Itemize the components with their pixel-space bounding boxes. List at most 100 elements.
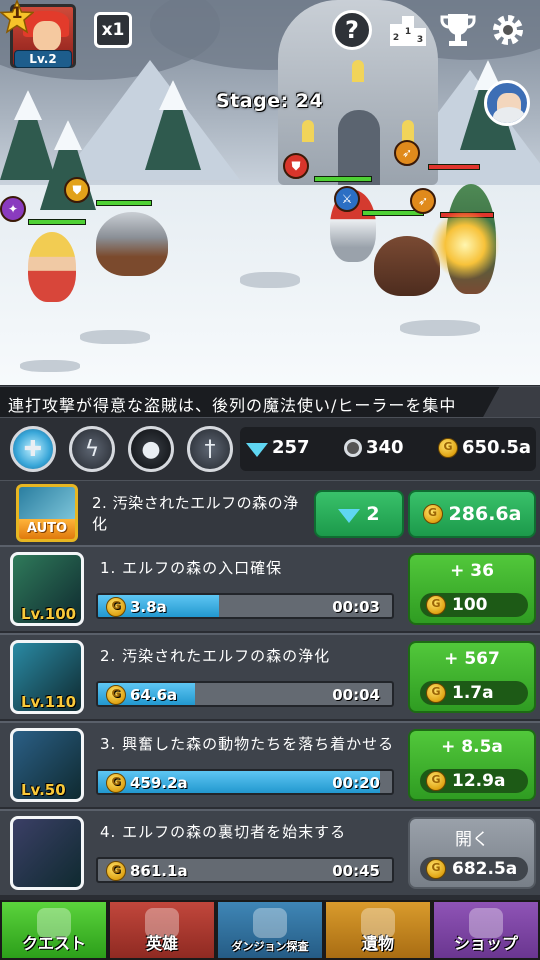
coin-icon <box>438 437 458 458</box>
ticker-tab <box>482 387 540 417</box>
gem-icon <box>246 442 268 457</box>
nav-hero-tab[interactable]: 英雄 <box>108 900 216 960</box>
gem-counter: 257 <box>246 437 310 458</box>
coin-icon <box>426 859 446 879</box>
warrior-hp-bar <box>96 200 152 206</box>
coin-icon <box>426 771 446 791</box>
upgrade-gain: + 8.5a <box>441 737 503 757</box>
staff-buff-icon: ✦ <box>0 196 26 222</box>
advisor-avatar[interactable] <box>484 80 530 126</box>
auto-quest-thumbnail[interactable]: AUTO <box>16 484 78 542</box>
gold-amount: 650.5a <box>462 437 532 458</box>
player-rank: 1 <box>11 3 23 22</box>
quest-thumbnail[interactable]: Lv.50 <box>10 728 84 802</box>
skill-holy-cross-icon[interactable]: ✚ <box>10 426 56 472</box>
coin-icon <box>426 595 446 615</box>
auto-gem-button[interactable]: 2 <box>314 490 404 538</box>
money-bag-icon <box>37 908 71 938</box>
quest-reward: 861.1a <box>130 862 188 880</box>
nav-shop-tab[interactable]: ショップ <box>432 900 540 960</box>
sword-buff-icon: ⚔ <box>334 186 360 212</box>
svg-text:1: 1 <box>405 27 411 37</box>
stopwatch-amount: 340 <box>366 437 404 458</box>
enemy-hp-bar <box>428 164 480 170</box>
relic-icon <box>361 908 395 938</box>
shield-buff-icon: ⛊ <box>283 153 309 179</box>
quest-thumbnail[interactable]: Lv.110 <box>10 640 84 714</box>
auto-gold-button[interactable]: 286.6a <box>408 490 536 538</box>
stopwatch-counter: 340 <box>344 437 404 458</box>
currency-panel: 257 340 650.5a <box>240 427 536 471</box>
quest-upgrade-button[interactable]: + 567 1.7a <box>408 641 536 713</box>
quest-timer: 00:03 <box>332 598 380 616</box>
trophy-icon[interactable] <box>438 10 478 50</box>
quest-thumbnail[interactable] <box>10 816 84 890</box>
help-button[interactable]: ? <box>332 10 372 50</box>
quest-thumbnail[interactable]: Lv.100 <box>10 552 84 626</box>
torch-icon <box>253 908 287 938</box>
quest-reward: 64.6a <box>130 686 178 704</box>
svg-text:3: 3 <box>417 35 423 45</box>
hit-flash-effect <box>430 210 500 280</box>
quest-row: 4. エルフの森の裏切者を始末する 861.1a 00:45 開く 682.5a <box>0 809 540 895</box>
quest-upgrade-button[interactable]: + 36 100 <box>408 553 536 625</box>
nav-dungeon-label: ダンジョン探査 <box>231 940 309 953</box>
skill-sword-icon[interactable]: † <box>187 426 233 472</box>
elf-healer-hero[interactable] <box>28 232 76 302</box>
bottom-nav: クエスト 英雄 ダンジョン探査 遺物 ショップ <box>0 900 540 960</box>
skill-tornado-icon[interactable]: ϟ <box>69 426 115 472</box>
svg-text:2: 2 <box>393 33 399 43</box>
sword-icon <box>145 908 179 938</box>
upgrade-gain: + 36 <box>450 561 494 581</box>
auto-badge: AUTO <box>19 519 75 539</box>
nav-dungeon-tab[interactable]: ダンジョン探査 <box>216 900 324 960</box>
auto-quest-title: 2. 汚染されたエルフの森の浄化 <box>92 494 299 533</box>
auto-quest-row: AUTO 2. 汚染されたエルフの森の浄化 2 286.6a <box>0 480 540 545</box>
quest-reward: 3.8a <box>130 598 167 616</box>
quest-title: 1. エルフの森の入口確保 <box>100 559 283 577</box>
upgrade-gain: + 567 <box>444 649 500 669</box>
quest-timer: 00:04 <box>332 686 380 704</box>
ranking-icon[interactable]: 12 3 <box>386 10 430 50</box>
quest-progress-bar: 861.1a 00:45 <box>96 857 394 883</box>
quest-unlock-button[interactable]: 開く 682.5a <box>408 817 536 889</box>
upgrade-cost: 1.7a <box>452 683 494 703</box>
stopwatch-icon <box>344 438 362 457</box>
quest-timer: 00:20 <box>332 774 380 792</box>
quest-timer: 00:45 <box>332 862 380 880</box>
coin-icon <box>422 504 443 524</box>
auto-gold-cost: 286.6a <box>448 503 522 525</box>
quest-row: Lv.50 3. 興奮した森の動物たちを落ち着かせる 459.2a 00:20 … <box>0 721 540 807</box>
gem-icon <box>338 509 361 523</box>
rank-star-icon: 1 <box>0 0 35 34</box>
coin-icon <box>106 685 126 705</box>
coin-icon <box>106 597 126 617</box>
quest-progress-bar: 64.6a 00:04 <box>96 681 394 707</box>
quest-title: 2. 汚染されたエルフの森の浄化 <box>100 647 331 665</box>
auto-gem-cost: 2 <box>366 503 380 525</box>
quest-progress-bar: 3.8a 00:03 <box>96 593 394 619</box>
bow-buff-icon: ➶ <box>394 140 420 166</box>
gear-icon[interactable] <box>488 10 528 50</box>
healer-hp-bar <box>28 219 86 225</box>
swordsman-hp-bar <box>314 176 372 182</box>
quest-title: 3. 興奮した森の動物たちを落ち着かせる <box>100 735 395 753</box>
quest-progress-bar: 459.2a 00:20 <box>96 769 394 795</box>
player-level-badge: Lv.2 <box>14 50 72 68</box>
quest-reward: 459.2a <box>130 774 188 792</box>
bow-buff-icon: ➶ <box>410 188 436 214</box>
nav-relic-tab[interactable]: 遺物 <box>324 900 432 960</box>
skill-shadow-icon[interactable]: ● <box>128 426 174 472</box>
coin-icon <box>106 773 126 793</box>
tip-ticker: 連打攻撃が得意な盗賊は、後列の魔法使い/ヒーラーを集中 <box>0 386 540 418</box>
warrior-hero[interactable] <box>96 212 168 276</box>
tip-text: 連打攻撃が得意な盗賊は、後列の魔法使い/ヒーラーを集中 <box>8 396 457 415</box>
gold-counter: 650.5a <box>438 437 531 458</box>
quest-level: Lv.100 <box>21 605 77 623</box>
cart-icon <box>469 908 503 938</box>
stage-label: Stage: 24 <box>216 90 324 112</box>
resource-row: ✚ ϟ ● † 257 340 650.5a <box>0 418 540 480</box>
quest-upgrade-button[interactable]: + 8.5a 12.9a <box>408 729 536 801</box>
speed-button[interactable]: x1 <box>94 12 132 48</box>
nav-quest-tab[interactable]: クエスト <box>0 900 108 960</box>
